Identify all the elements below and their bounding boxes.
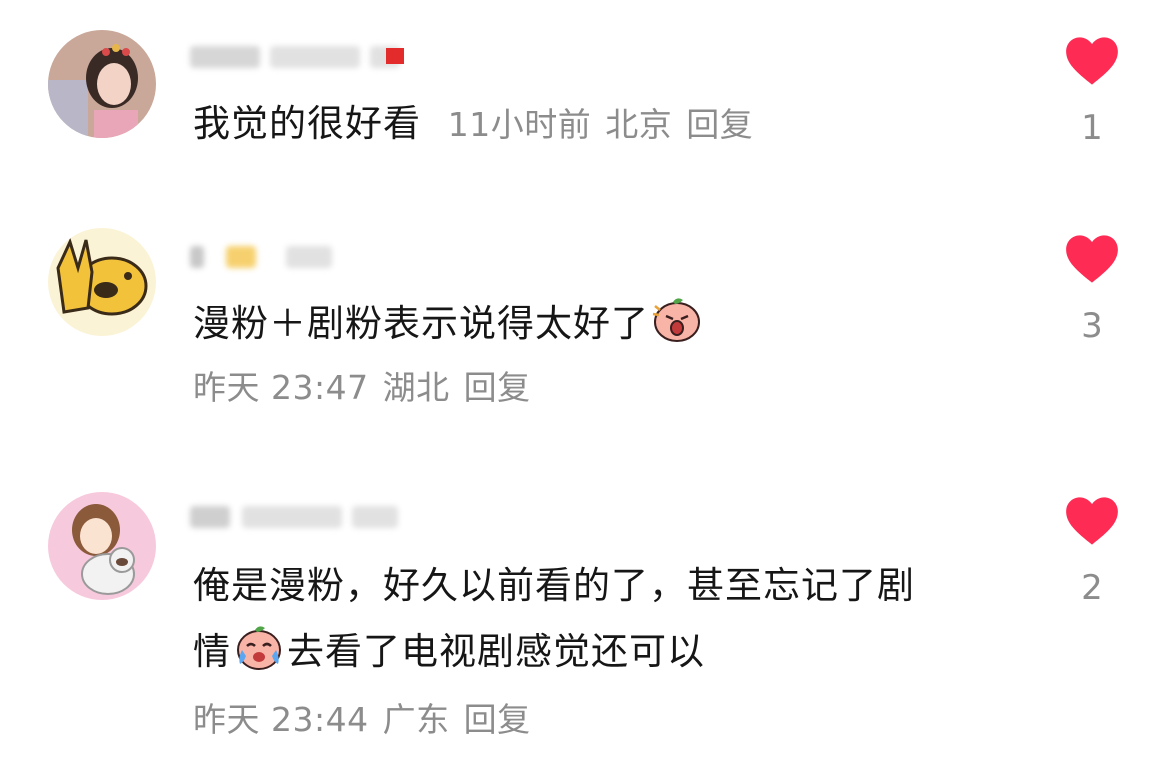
comment-text: 去看了电视剧感觉还可以 — [287, 630, 705, 673]
comment-location: 湖北 — [382, 368, 450, 407]
badge-icon — [386, 48, 404, 64]
comment-body: 俺是漫粉，好久以前看的了，甚至忘记了剧 情 去看了电视剧感觉还可以 — [193, 556, 915, 682]
like-count: 1 — [1081, 108, 1103, 148]
reply-button[interactable]: 回复 — [464, 368, 531, 407]
comment-text: 情 — [193, 630, 231, 673]
comment-time: 11小时前 — [447, 105, 592, 144]
comment-text: 漫粉＋剧粉表示说得太好了 — [193, 302, 649, 345]
comment-text-line: 俺是漫粉，好久以前看的了，甚至忘记了剧 — [193, 564, 915, 607]
user-avatar[interactable] — [48, 30, 156, 138]
anime-girl-with-cat-avatar-icon — [48, 492, 156, 600]
comment-body: 我觉的很好看 11小时前 北京 回复 — [193, 94, 767, 155]
like-button[interactable]: 2 — [1062, 496, 1122, 608]
username-blurred[interactable] — [190, 238, 450, 278]
user-avatar[interactable] — [48, 228, 156, 336]
comment-time: 昨天 23:47 — [193, 368, 369, 407]
heart-icon — [1066, 235, 1118, 283]
heart-icon — [1066, 497, 1118, 545]
crying-peach-emoji-icon — [237, 626, 281, 670]
like-count: 2 — [1081, 568, 1103, 608]
shouting-peach-emoji-icon — [652, 298, 700, 342]
like-button[interactable]: 1 — [1062, 36, 1122, 148]
reply-button[interactable]: 回复 — [686, 105, 753, 144]
reply-button[interactable]: 回复 — [464, 700, 531, 739]
comment-location: 北京 — [605, 105, 673, 144]
comment-meta: 昨天 23:47 湖北 回复 — [193, 368, 545, 408]
comment-location: 广东 — [382, 700, 450, 739]
girl-portrait-avatar-icon — [48, 30, 156, 138]
like-count: 3 — [1081, 306, 1103, 346]
like-button[interactable]: 3 — [1062, 234, 1122, 346]
comment-time: 昨天 23:44 — [193, 700, 369, 739]
user-avatar[interactable] — [48, 492, 156, 600]
yellow-dog-peace-sign-avatar-icon — [48, 228, 156, 336]
comment-text-line: 情 去看了电视剧感觉还可以 — [193, 620, 915, 682]
username-blurred[interactable] — [190, 498, 450, 538]
username-blurred[interactable] — [190, 38, 450, 78]
heart-icon — [1066, 37, 1118, 85]
comment-meta: 昨天 23:44 广东 回复 — [193, 700, 545, 740]
comment-text: 我觉的很好看 — [193, 102, 421, 145]
comment-body: 漫粉＋剧粉表示说得太好了 — [193, 292, 705, 354]
